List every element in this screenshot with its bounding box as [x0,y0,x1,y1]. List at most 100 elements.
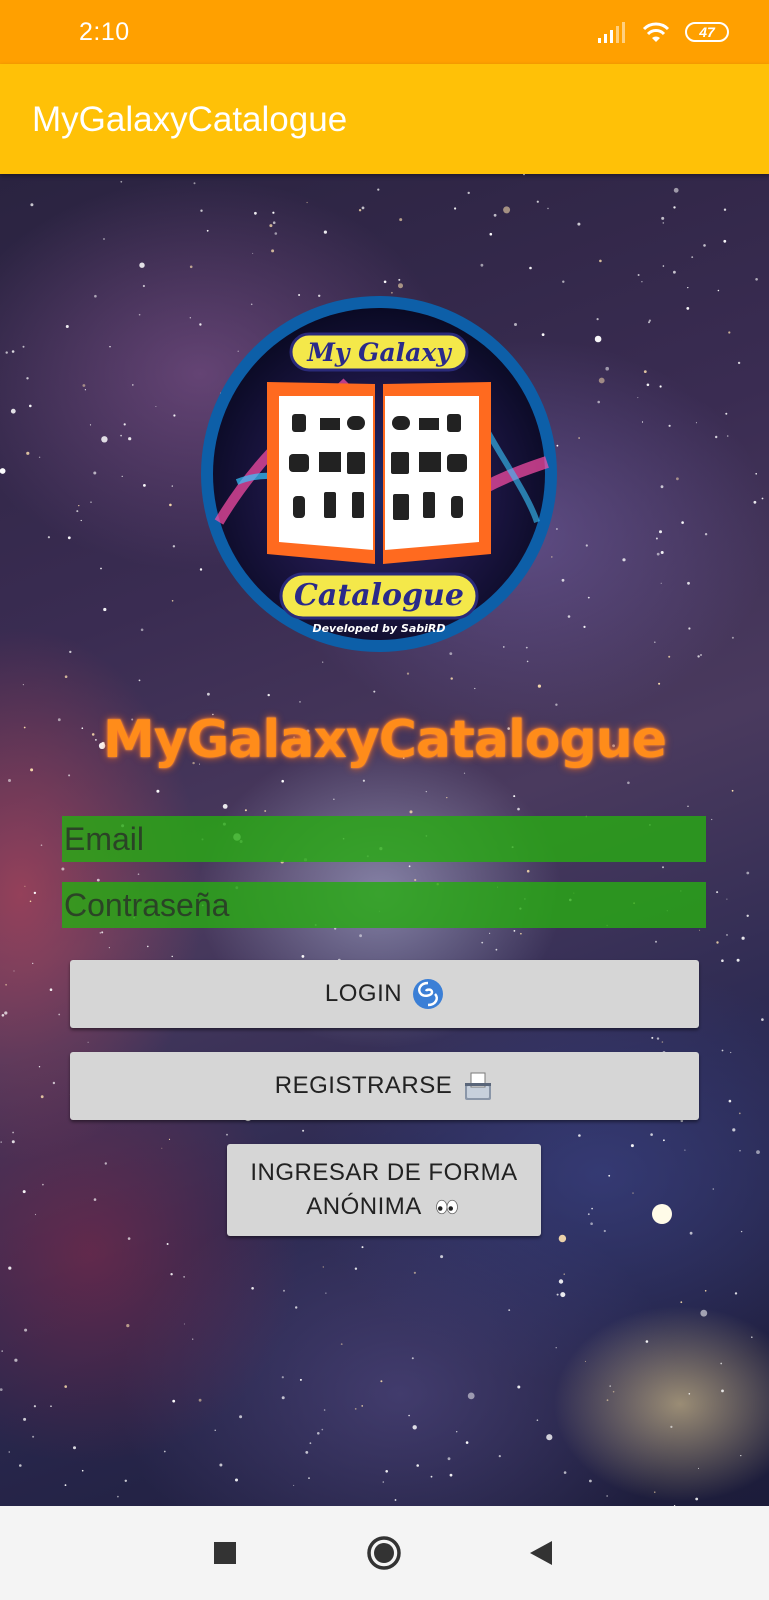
star [120,180,123,183]
register-button[interactable]: REGISTRARSE [70,1052,699,1120]
recents-button[interactable] [206,1534,244,1572]
star [536,1419,539,1421]
back-button[interactable] [522,1534,560,1572]
star [728,331,731,334]
star [398,278,401,281]
star [450,677,453,680]
star [583,625,586,628]
star [474,687,476,690]
star [609,1385,611,1387]
star [578,437,580,439]
star [721,959,724,962]
email-input[interactable] [62,816,706,862]
star [281,1396,285,1400]
star [26,377,29,380]
star [489,232,493,236]
star [643,370,647,373]
star [454,207,457,210]
star [64,675,68,678]
star [695,422,697,424]
star [596,318,599,321]
star [47,536,51,539]
star [660,485,664,489]
star [699,929,701,931]
star [425,791,427,793]
star [556,1293,559,1296]
star [24,885,26,887]
star [80,519,82,522]
star [700,654,702,656]
star [254,211,257,215]
star [756,1150,760,1154]
star [11,1140,15,1144]
star [354,1267,358,1270]
logo-credit: Developed by SabiRD [312,622,445,635]
star [655,537,658,540]
star [155,406,157,407]
star [676,477,679,481]
star [498,1455,501,1458]
star [163,1450,166,1453]
star [520,932,522,935]
star [309,1442,312,1445]
star [362,779,365,782]
star [606,1399,609,1402]
star [206,229,209,232]
password-input[interactable] [62,882,706,928]
star [138,679,141,682]
star [691,256,694,258]
star [558,1234,567,1243]
star [536,200,539,203]
star [302,1129,305,1132]
login-button[interactable]: LOGIN [70,960,699,1028]
star [354,1408,357,1410]
star [24,1328,28,1332]
star [668,655,671,658]
star [737,361,741,365]
star [529,266,532,270]
star [156,789,160,793]
star [463,772,466,774]
star [662,222,665,224]
star [269,224,273,228]
star [58,1013,61,1016]
star [30,203,34,207]
star [408,1414,410,1417]
star [124,1479,128,1483]
star [32,962,34,965]
star [252,252,254,254]
star [38,1066,41,1068]
star [170,1273,173,1276]
star [108,947,110,949]
status-bar: 2:10 47 [0,0,769,64]
ballot-box-icon [465,1072,492,1100]
star [716,941,719,944]
star [723,239,727,243]
star [4,1011,8,1015]
star [598,377,605,384]
star [8,779,11,782]
star [755,278,758,281]
star [720,1362,723,1365]
star [560,1292,566,1298]
star [728,1099,732,1103]
star [467,191,470,195]
star [84,389,86,391]
star [325,1292,327,1294]
star [695,1497,699,1501]
star [688,627,691,630]
star [0,1141,2,1143]
star [632,1192,634,1194]
star [654,641,656,643]
star [34,1213,37,1216]
star [101,436,108,443]
star [440,1255,444,1259]
star [612,1390,615,1393]
star [323,1409,326,1411]
anonymous-login-button[interactable]: INGRESAR DE FORMA ANÓNIMA [227,1144,541,1236]
home-button[interactable] [365,1534,403,1572]
star [687,805,689,807]
star [103,607,107,612]
star [689,1231,693,1235]
star [323,230,327,234]
